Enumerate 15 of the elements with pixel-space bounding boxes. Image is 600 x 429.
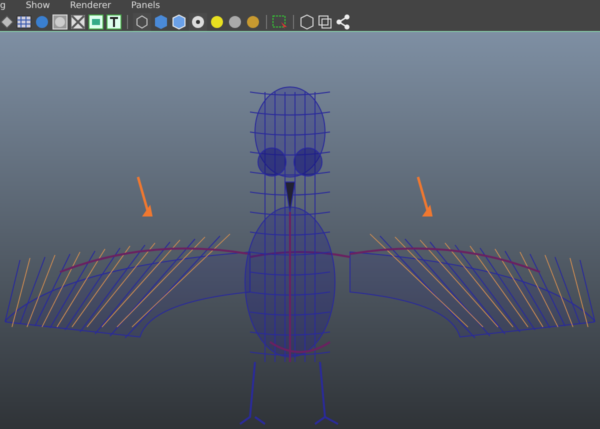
sphere-icon[interactable] xyxy=(245,14,261,30)
menu-item[interactable]: g xyxy=(0,0,6,12)
menu-item[interactable]: Renderer xyxy=(70,0,112,12)
sphere-icon[interactable] xyxy=(227,14,243,30)
selection-icon[interactable] xyxy=(272,14,288,30)
diamond-icon[interactable] xyxy=(0,14,14,30)
share-icon[interactable] xyxy=(335,14,351,30)
menu-item[interactable]: Panels xyxy=(131,0,160,12)
t-icon[interactable] xyxy=(106,14,122,30)
arrow xyxy=(136,176,153,216)
square-icon[interactable] xyxy=(52,14,68,30)
layers-icon[interactable] xyxy=(317,14,333,30)
menu-item[interactable]: Show xyxy=(26,0,50,12)
grid-icon[interactable] xyxy=(16,14,32,30)
arrow xyxy=(416,176,433,216)
